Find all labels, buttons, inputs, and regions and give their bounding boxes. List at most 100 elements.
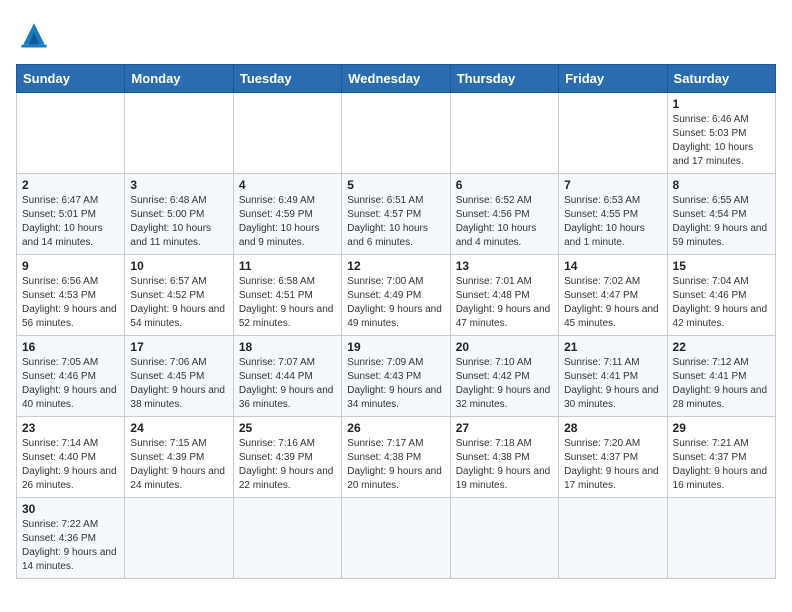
- day-info: Sunrise: 6:53 AM Sunset: 4:55 PM Dayligh…: [564, 194, 661, 250]
- day-number: 29: [673, 421, 770, 435]
- calendar-cell: 1 Sunrise: 6:46 AM Sunset: 5:03 PM Daylig…: [667, 93, 775, 174]
- day-number: 28: [564, 421, 661, 435]
- day-info: Sunrise: 7:14 AM Sunset: 4:40 PM Dayligh…: [22, 437, 119, 493]
- week-row-3: 9 Sunrise: 6:56 AM Sunset: 4:53 PM Daylig…: [17, 255, 776, 336]
- header-thursday: Thursday: [450, 65, 558, 93]
- calendar-cell: 10 Sunrise: 6:57 AM Sunset: 4:52 PM Dayli…: [125, 255, 233, 336]
- day-info: Sunrise: 7:15 AM Sunset: 4:39 PM Dayligh…: [130, 437, 227, 493]
- day-number: 2: [22, 178, 119, 192]
- day-info: Sunrise: 6:47 AM Sunset: 5:01 PM Dayligh…: [22, 194, 119, 250]
- day-number: 4: [239, 178, 336, 192]
- day-info: Sunrise: 7:10 AM Sunset: 4:42 PM Dayligh…: [456, 356, 553, 412]
- day-number: 15: [673, 259, 770, 273]
- calendar-cell: 14Sunrise: 7:02 AM Sunset: 4:47 PM Dayli…: [559, 255, 667, 336]
- day-number: 20: [456, 340, 553, 354]
- day-info: Sunrise: 6:49 AM Sunset: 4:59 PM Dayligh…: [239, 194, 336, 250]
- day-info: Sunrise: 7:11 AM Sunset: 4:41 PM Dayligh…: [564, 356, 661, 412]
- day-info: Sunrise: 6:51 AM Sunset: 4:57 PM Dayligh…: [347, 194, 444, 250]
- day-number: 18: [239, 340, 336, 354]
- day-number: 6: [456, 178, 553, 192]
- week-row-4: 16 Sunrise: 7:05 AM Sunset: 4:46 PM Dayli…: [17, 336, 776, 417]
- day-number: 11: [239, 259, 336, 273]
- day-number: 1: [673, 97, 770, 111]
- header-sunday: Sunday: [17, 65, 125, 93]
- day-number: 10: [130, 259, 227, 273]
- week-row-2: 2 Sunrise: 6:47 AM Sunset: 5:01 PM Daylig…: [17, 174, 776, 255]
- day-info: Sunrise: 7:18 AM Sunset: 4:38 PM Dayligh…: [456, 437, 553, 493]
- calendar-cell: [450, 93, 558, 174]
- logo: [16, 16, 58, 52]
- calendar-cell: [125, 498, 233, 579]
- calendar-cell: 8 Sunrise: 6:55 AM Sunset: 4:54 PM Daylig…: [667, 174, 775, 255]
- calendar-cell: 9 Sunrise: 6:56 AM Sunset: 4:53 PM Daylig…: [17, 255, 125, 336]
- calendar-cell: 21Sunrise: 7:11 AM Sunset: 4:41 PM Dayli…: [559, 336, 667, 417]
- day-info: Sunrise: 7:21 AM Sunset: 4:37 PM Dayligh…: [673, 437, 770, 493]
- calendar-cell: [342, 498, 450, 579]
- calendar-table: Sunday Monday Tuesday Wednesday Thursday…: [16, 64, 776, 579]
- calendar-cell: 22Sunrise: 7:12 AM Sunset: 4:41 PM Dayli…: [667, 336, 775, 417]
- day-info: Sunrise: 6:48 AM Sunset: 5:00 PM Dayligh…: [130, 194, 227, 250]
- day-info: Sunrise: 7:02 AM Sunset: 4:47 PM Dayligh…: [564, 275, 661, 331]
- calendar-cell: [559, 93, 667, 174]
- header-friday: Friday: [559, 65, 667, 93]
- header-wednesday: Wednesday: [342, 65, 450, 93]
- calendar-cell: 7 Sunrise: 6:53 AM Sunset: 4:55 PM Daylig…: [559, 174, 667, 255]
- day-info: Sunrise: 6:57 AM Sunset: 4:52 PM Dayligh…: [130, 275, 227, 331]
- calendar-cell: 20 Sunrise: 7:10 AM Sunset: 4:42 PM Dayli…: [450, 336, 558, 417]
- day-info: Sunrise: 7:06 AM Sunset: 4:45 PM Dayligh…: [130, 356, 227, 412]
- calendar-cell: 5Sunrise: 6:51 AM Sunset: 4:57 PM Daylig…: [342, 174, 450, 255]
- day-number: 16: [22, 340, 119, 354]
- day-number: 19: [347, 340, 444, 354]
- day-number: 12: [347, 259, 444, 273]
- day-info: Sunrise: 7:00 AM Sunset: 4:49 PM Dayligh…: [347, 275, 444, 331]
- day-info: Sunrise: 6:46 AM Sunset: 5:03 PM Dayligh…: [673, 113, 770, 169]
- calendar-cell: [342, 93, 450, 174]
- day-info: Sunrise: 6:55 AM Sunset: 4:54 PM Dayligh…: [673, 194, 770, 250]
- calendar-cell: 27 Sunrise: 7:18 AM Sunset: 4:38 PM Dayli…: [450, 417, 558, 498]
- calendar-cell: 13Sunrise: 7:01 AM Sunset: 4:48 PM Dayli…: [450, 255, 558, 336]
- calendar-cell: 16 Sunrise: 7:05 AM Sunset: 4:46 PM Dayli…: [17, 336, 125, 417]
- calendar-cell: 29 Sunrise: 7:21 AM Sunset: 4:37 PM Dayli…: [667, 417, 775, 498]
- calendar-cell: 15Sunrise: 7:04 AM Sunset: 4:46 PM Dayli…: [667, 255, 775, 336]
- day-info: Sunrise: 6:58 AM Sunset: 4:51 PM Dayligh…: [239, 275, 336, 331]
- calendar-cell: 30Sunrise: 7:22 AM Sunset: 4:36 PM Dayli…: [17, 498, 125, 579]
- calendar-cell: 26Sunrise: 7:17 AM Sunset: 4:38 PM Dayli…: [342, 417, 450, 498]
- day-info: Sunrise: 7:05 AM Sunset: 4:46 PM Dayligh…: [22, 356, 119, 412]
- calendar-cell: [559, 498, 667, 579]
- calendar-cell: 17Sunrise: 7:06 AM Sunset: 4:45 PM Dayli…: [125, 336, 233, 417]
- calendar-cell: [450, 498, 558, 579]
- day-info: Sunrise: 7:12 AM Sunset: 4:41 PM Dayligh…: [673, 356, 770, 412]
- day-number: 24: [130, 421, 227, 435]
- calendar-cell: 11 Sunrise: 6:58 AM Sunset: 4:51 PM Dayli…: [233, 255, 341, 336]
- calendar-cell: [17, 93, 125, 174]
- logo-icon: [16, 16, 52, 52]
- calendar-cell: 23Sunrise: 7:14 AM Sunset: 4:40 PM Dayli…: [17, 417, 125, 498]
- calendar-cell: [125, 93, 233, 174]
- week-row-6: 30Sunrise: 7:22 AM Sunset: 4:36 PM Dayli…: [17, 498, 776, 579]
- calendar-cell: 18 Sunrise: 7:07 AM Sunset: 4:44 PM Dayli…: [233, 336, 341, 417]
- week-row-1: 1 Sunrise: 6:46 AM Sunset: 5:03 PM Daylig…: [17, 93, 776, 174]
- day-info: Sunrise: 7:17 AM Sunset: 4:38 PM Dayligh…: [347, 437, 444, 493]
- day-info: Sunrise: 7:07 AM Sunset: 4:44 PM Dayligh…: [239, 356, 336, 412]
- day-info: Sunrise: 7:20 AM Sunset: 4:37 PM Dayligh…: [564, 437, 661, 493]
- calendar-cell: [233, 498, 341, 579]
- day-info: Sunrise: 6:56 AM Sunset: 4:53 PM Dayligh…: [22, 275, 119, 331]
- calendar-cell: [233, 93, 341, 174]
- calendar-cell: 25Sunrise: 7:16 AM Sunset: 4:39 PM Dayli…: [233, 417, 341, 498]
- day-info: Sunrise: 6:52 AM Sunset: 4:56 PM Dayligh…: [456, 194, 553, 250]
- calendar-cell: [667, 498, 775, 579]
- day-number: 7: [564, 178, 661, 192]
- calendar-cell: 6 Sunrise: 6:52 AM Sunset: 4:56 PM Daylig…: [450, 174, 558, 255]
- calendar-cell: 3Sunrise: 6:48 AM Sunset: 5:00 PM Daylig…: [125, 174, 233, 255]
- calendar-cell: 2 Sunrise: 6:47 AM Sunset: 5:01 PM Daylig…: [17, 174, 125, 255]
- day-number: 8: [673, 178, 770, 192]
- calendar-cell: 12 Sunrise: 7:00 AM Sunset: 4:49 PM Dayli…: [342, 255, 450, 336]
- calendar-cell: 4 Sunrise: 6:49 AM Sunset: 4:59 PM Daylig…: [233, 174, 341, 255]
- day-number: 27: [456, 421, 553, 435]
- day-number: 9: [22, 259, 119, 273]
- day-number: 25: [239, 421, 336, 435]
- header-monday: Monday: [125, 65, 233, 93]
- calendar-cell: 24 Sunrise: 7:15 AM Sunset: 4:39 PM Dayli…: [125, 417, 233, 498]
- page-header: [16, 16, 776, 52]
- day-info: Sunrise: 7:22 AM Sunset: 4:36 PM Dayligh…: [22, 518, 119, 574]
